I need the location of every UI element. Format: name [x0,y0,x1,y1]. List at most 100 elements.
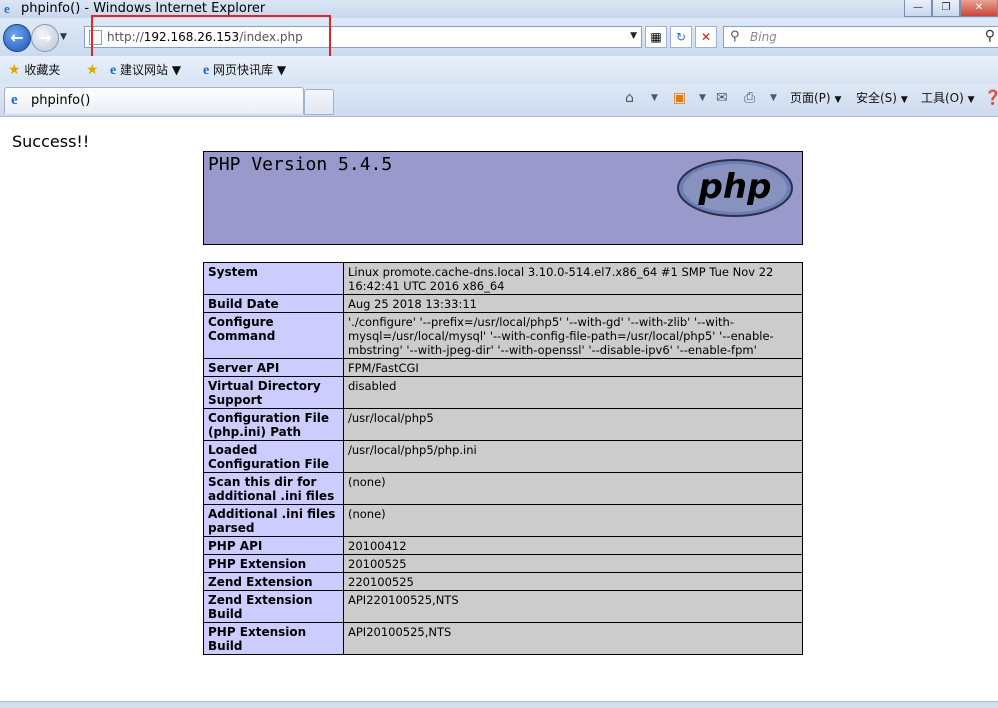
table-row: Virtual Directory Support disabled [203,376,803,409]
add-to-favorites-icon: ★ [86,62,99,78]
table-row: Configure Command './configure' '--prefix… [203,312,803,359]
info-value-cell: 220100525 [343,572,803,591]
info-value-cell: './configure' '--prefix=/usr/local/php5'… [343,312,803,359]
table-row: Server API FPM/FastCGI [203,358,803,377]
favorites-bar: ★ 收藏夹 ★ e 建议网站 ▼ e 网页快讯库 ▼ [0,56,998,84]
info-key-cell: Build Date [203,294,344,313]
safety-menu[interactable]: 安全(S) ▼ [856,89,908,109]
tab-label: phpinfo() [31,93,91,108]
tab-phpinfo[interactable]: e phpinfo() [4,87,304,114]
info-key-cell: PHP Extension [203,554,344,573]
php-version-header: PHP Version 5.4.5 php [203,151,803,245]
refresh-icon[interactable]: ↻ [670,26,692,48]
print-icon[interactable]: ⎙ [744,89,755,107]
favorites-label: 收藏夹 [24,63,61,77]
search-go-icon[interactable]: ⚲ [985,28,995,44]
info-value-cell: API20100525,NTS [343,622,803,655]
bing-search-icon: ⚲ [730,29,740,44]
tools-menu[interactable]: 工具(O) ▼ [921,89,975,109]
chevron-down-icon: ▼ [834,95,842,105]
page-menu-label: 页面(P) [790,91,831,105]
table-row: Build Date Aug 25 2018 13:33:11 [203,294,803,313]
chevron-down-icon: ▼ [276,63,287,77]
info-key-cell: Zend Extension Build [203,590,344,623]
compatibility-view-icon[interactable]: ▦ [645,26,667,48]
success-message: Success!! [12,132,90,151]
info-value-cell: /usr/local/php5/php.ini [343,440,803,473]
php-info-table: System Linux promote.cache-dns.local 3.10… [203,262,803,655]
page-content: Success!! PHP Version 5.4.5 php System Li… [0,117,998,701]
web-slice-gallery-link[interactable]: e 网页快讯库 ▼ [203,62,286,79]
new-tab-button[interactable] [304,89,334,115]
info-key-cell: Zend Extension [203,572,344,591]
info-value-cell: (none) [343,472,803,505]
chevron-down-icon: ▼ [900,95,908,105]
info-value-cell: 20100412 [343,536,803,555]
info-value-cell: (none) [343,504,803,537]
info-key-cell: PHP Extension Build [203,622,344,655]
ie-page-icon: e [203,63,210,78]
back-button[interactable]: ← [3,24,31,52]
forward-button[interactable]: → [31,24,59,52]
web-slice-gallery-label: 网页快讯库 [213,63,274,77]
window-controls: — ❐ ✕ [904,0,998,18]
info-key-cell: Loaded Configuration File [203,440,344,473]
info-key-cell: Configure Command [203,312,344,359]
info-key-cell: Additional .ini files parsed [203,504,344,537]
url-highlight-box [91,15,331,59]
suggested-sites-link[interactable]: e 建议网站 ▼ [110,62,181,79]
chevron-down-icon[interactable]: ▼ [699,89,706,107]
php-logo-text: php [698,167,772,207]
chevron-down-icon[interactable]: ▼ [651,89,658,107]
info-value-cell: /usr/local/php5 [343,408,803,441]
chevron-down-icon: ▼ [171,63,182,77]
table-row: PHP Extension Build API20100525,NTS [203,622,803,655]
table-row: Zend Extension Build API220100525,NTS [203,590,803,623]
table-row: Zend Extension 220100525 [203,572,803,591]
table-row: Additional .ini files parsed (none) [203,504,803,537]
tools-menu-label: 工具(O) [921,91,964,105]
table-row: PHP Extension 20100525 [203,554,803,573]
read-mail-icon[interactable]: ✉ [716,89,728,107]
help-icon[interactable]: ❓ [984,89,998,107]
info-value-cell: API220100525,NTS [343,590,803,623]
info-value-cell: Linux promote.cache-dns.local 3.10.0-514… [343,262,803,295]
address-dropdown-icon[interactable]: ▼ [630,31,637,41]
tab-bar: e phpinfo() ⌂ ▼ ▣ ▼ ✉ ⎙ ▼ 页面(P) ▼ 安全(S) … [0,84,998,117]
php-logo-icon: php [677,159,793,217]
search-box[interactable]: ⚲ Bing ⚲ [723,26,998,48]
recent-pages-dropdown-icon[interactable]: ▼ [60,32,67,42]
close-window-button[interactable]: ✕ [960,0,998,17]
info-key-cell: PHP API [203,536,344,555]
info-key-cell: Scan this dir for additional .ini files [203,472,344,505]
ie-page-icon: e [110,63,117,78]
ie-logo-icon: e [4,1,10,16]
table-row: Configuration File (php.ini) Path/usr/lo… [203,408,803,441]
feeds-icon[interactable]: ▣ [673,89,686,107]
info-key-cell: Configuration File (php.ini) Path [203,408,344,441]
add-favorite-button[interactable]: ★ [86,62,99,78]
table-row: System Linux promote.cache-dns.local 3.10… [203,262,803,295]
info-value-cell: disabled [343,376,803,409]
home-icon[interactable]: ⌂ [625,89,634,107]
info-key-cell: Virtual Directory Support [203,376,344,409]
favorites-button[interactable]: ★ 收藏夹 [8,62,60,78]
safety-menu-label: 安全(S) [856,91,897,105]
table-row: Scan this dir for additional .ini files(… [203,472,803,505]
chevron-down-icon: ▼ [967,95,975,105]
minimize-button[interactable]: — [904,0,932,17]
suggested-sites-label: 建议网站 [120,63,169,77]
maximize-button[interactable]: ❐ [932,0,960,17]
php-version-title: PHP Version 5.4.5 [208,154,393,175]
info-value-cell: FPM/FastCGI [343,358,803,377]
page-menu[interactable]: 页面(P) ▼ [790,89,841,109]
chevron-down-icon[interactable]: ▼ [770,89,777,107]
stop-icon[interactable]: ✕ [695,26,717,48]
info-key-cell: Server API [203,358,344,377]
table-row: Loaded Configuration File/usr/local/php5… [203,440,803,473]
search-input[interactable]: Bing [750,30,777,44]
favorites-star-icon: ★ [8,62,21,78]
info-value-cell: Aug 25 2018 13:33:11 [343,294,803,313]
info-key-cell: System [203,262,344,295]
info-value-cell: 20100525 [343,554,803,573]
